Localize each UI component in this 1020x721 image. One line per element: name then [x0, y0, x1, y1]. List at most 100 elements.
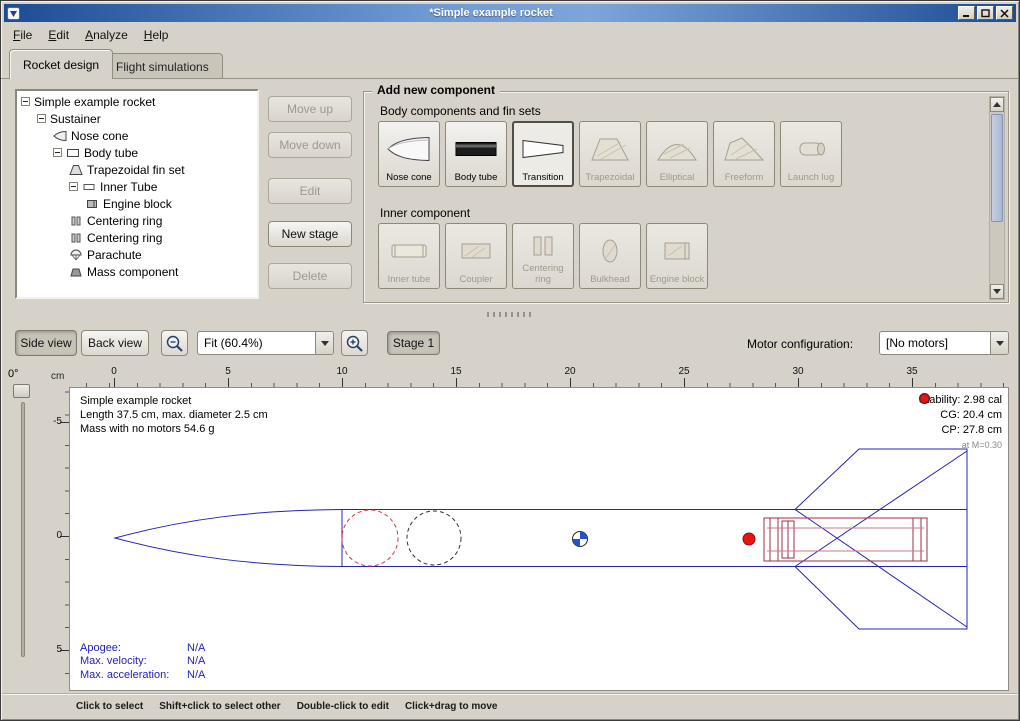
collapse-handle[interactable] [53, 148, 62, 157]
rotation-slider-thumb[interactable] [13, 384, 30, 398]
inner-tube-walls [767, 528, 924, 551]
tree-item-inner-tube[interactable]: Inner Tube [17, 178, 257, 195]
nose-cone-icon [53, 130, 67, 142]
tree-item-fin-set[interactable]: Trapezoidal fin set [17, 161, 257, 178]
tree-item-centering-ring[interactable]: Centering ring [17, 212, 257, 229]
menu-file[interactable]: File [5, 25, 40, 45]
hint-double-click: Double-click to edit [297, 701, 389, 712]
menu-analyze[interactable]: Analyze [77, 25, 136, 45]
collapse-handle[interactable] [21, 97, 30, 106]
menu-help[interactable]: Help [136, 25, 177, 45]
tree-item-label: Nose cone [71, 129, 128, 143]
side-view-button[interactable]: Side view [15, 330, 77, 356]
component-panel-scrollbar[interactable] [989, 96, 1005, 300]
elliptical-fin-icon [654, 125, 700, 173]
ruler-label: 5 [56, 644, 62, 656]
add-nose-cone-button[interactable]: Nose cone [378, 121, 440, 187]
tab-rocket-design[interactable]: Rocket design [9, 49, 113, 79]
fin-icon [69, 164, 83, 176]
trapezoidal-fin-icon [587, 125, 633, 173]
rocket-design-canvas[interactable]: Simple example rocket Length 37.5 cm, ma… [69, 387, 1009, 691]
rocket-outline[interactable] [115, 449, 967, 629]
minimize-button[interactable] [958, 6, 975, 20]
magnifier-minus-icon [165, 334, 184, 353]
ruler-label: 10 [332, 366, 352, 377]
menu-bar: File Edit Analyze Help [5, 23, 1015, 46]
horizontal-ruler: 0 5 10 15 20 25 30 35 [69, 365, 1009, 387]
parachute-icon [69, 249, 83, 261]
stage-1-toggle[interactable]: Stage 1 [387, 331, 440, 355]
parachute-outline[interactable] [342, 510, 398, 566]
motor-configuration-value: [No motors] [880, 336, 990, 350]
rotation-slider-track[interactable] [21, 402, 25, 657]
ruler-unit-label: cm [51, 371, 64, 382]
tree-item-label: Simple example rocket [34, 95, 155, 109]
transition-icon [520, 125, 566, 173]
tree-item-sustainer[interactable]: Sustainer [17, 110, 257, 127]
tree-item-rocket[interactable]: Simple example rocket [17, 93, 257, 110]
move-up-button: Move up [268, 96, 352, 122]
component-tree[interactable]: Simple example rocket Sustainer Nose con… [15, 89, 259, 299]
ruler-label: 0 [56, 530, 62, 542]
zoom-level-combo[interactable]: Fit (60.4%) [197, 331, 334, 355]
ruler-label: 20 [560, 366, 580, 377]
new-stage-button[interactable]: New stage [268, 221, 352, 247]
edit-button: Edit [268, 178, 352, 204]
ruler-label: 30 [788, 366, 808, 377]
tab-flight-simulations[interactable]: Flight simulations [102, 53, 223, 79]
mach-condition: at M=0.30 [919, 438, 1002, 453]
scroll-down-button[interactable] [990, 284, 1004, 299]
mass-component-outline[interactable] [407, 511, 461, 565]
close-button[interactable] [996, 6, 1013, 20]
zoom-in-button[interactable] [341, 330, 368, 356]
tab-strip-line [1, 78, 1019, 79]
hint-shift-click: Shift+click to select other [159, 701, 280, 712]
tree-item-body-tube[interactable]: Body tube [17, 144, 257, 161]
tree-item-engine-block[interactable]: Engine block [17, 195, 257, 212]
ruler-label: 35 [902, 366, 922, 377]
combo-arrow-button[interactable] [315, 332, 333, 354]
splitter-handle[interactable] [487, 312, 535, 317]
add-bulkhead-button: Bulkhead [579, 223, 641, 289]
freeform-fin-icon [721, 125, 767, 173]
scrollbar-thumb[interactable] [991, 114, 1003, 222]
tree-item-centering-ring[interactable]: Centering ring [17, 229, 257, 246]
up-arrow-icon [993, 98, 1001, 107]
delete-button: Delete [268, 263, 352, 289]
add-transition-button[interactable]: Transition [512, 121, 574, 187]
motor-configuration-combo[interactable]: [No motors] [879, 331, 1009, 355]
centering-ring-icon [69, 215, 83, 227]
tree-item-mass-component[interactable]: Mass component [17, 263, 257, 280]
add-body-tube-button[interactable]: Body tube [445, 121, 507, 187]
launch-lug-icon [788, 125, 834, 173]
cg-value: CG: 20.4 cm [940, 408, 1002, 423]
tree-item-label: Engine block [103, 197, 172, 211]
tree-item-nose-cone[interactable]: Nose cone [17, 127, 257, 144]
zoom-out-button[interactable] [161, 330, 188, 356]
vertical-ruler: -5 0 5 [41, 387, 69, 691]
body-tube-icon [453, 125, 499, 173]
menu-edit[interactable]: Edit [40, 25, 77, 45]
tree-item-label: Trapezoidal fin set [87, 163, 185, 177]
mass-component-icon [69, 266, 83, 278]
collapse-handle[interactable] [69, 182, 78, 191]
rotation-angle-label: 0° [8, 368, 19, 380]
collapse-handle[interactable] [37, 114, 46, 123]
maximize-button[interactable] [977, 6, 994, 20]
inner-tube-drawing[interactable] [764, 518, 927, 561]
combo-arrow-button[interactable] [990, 332, 1008, 354]
tree-item-label: Centering ring [87, 214, 162, 228]
tree-item-parachute[interactable]: Parachute [17, 246, 257, 263]
tree-item-label: Inner Tube [100, 180, 157, 194]
title-bar[interactable]: *Simple example rocket [4, 4, 1016, 22]
add-freeform-fin-button: Freeform [713, 121, 775, 187]
zoom-level-value: Fit (60.4%) [198, 336, 315, 350]
scroll-up-button[interactable] [990, 97, 1004, 112]
status-bar: Click to select Shift+click to select ot… [2, 693, 1018, 719]
ruler-label: 25 [674, 366, 694, 377]
add-trapezoidal-fin-button: Trapezoidal [579, 121, 641, 187]
ruler-label: 15 [446, 366, 466, 377]
centering-ring-icon [520, 227, 566, 264]
tree-item-label: Mass component [87, 265, 178, 279]
back-view-button[interactable]: Back view [81, 330, 149, 356]
